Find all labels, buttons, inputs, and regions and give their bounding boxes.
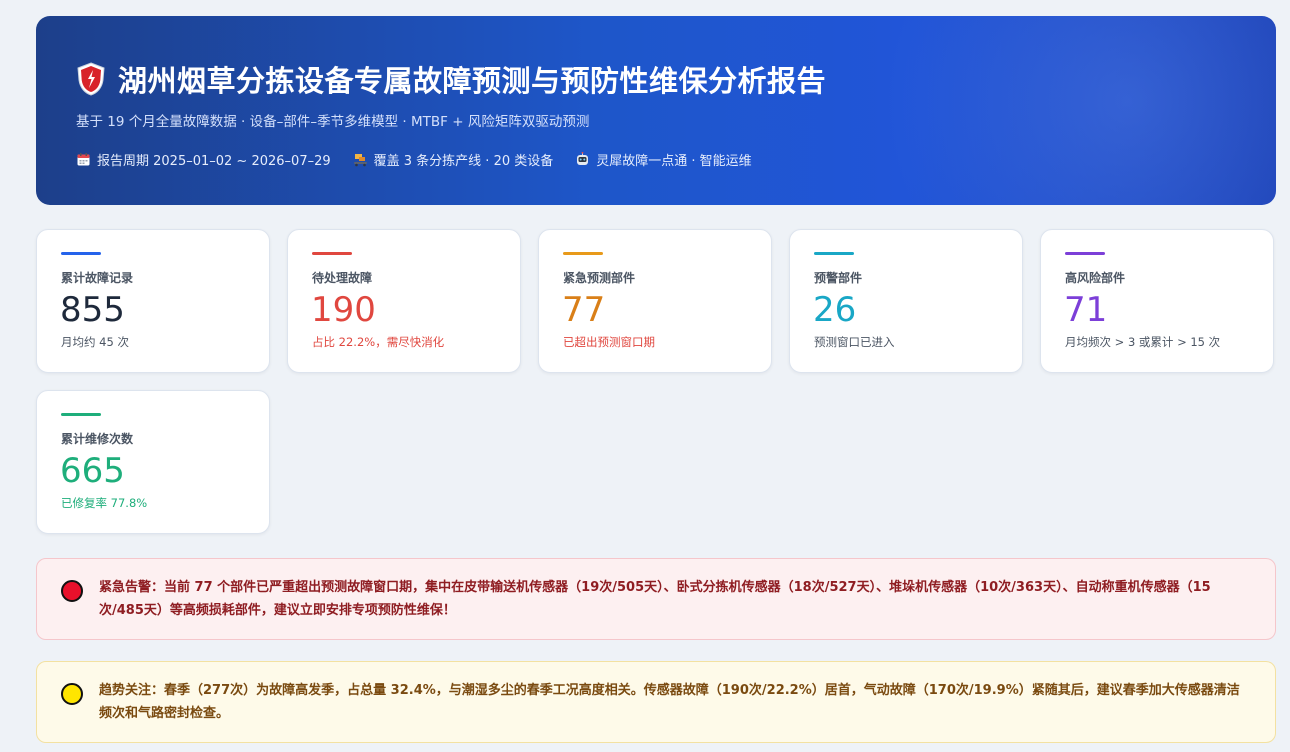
stat-label: 累计维修次数: [61, 432, 134, 446]
stat-card-pending-faults: 待处理故障 190 占比 22.2%，需尽快消化: [287, 229, 521, 373]
title-row: 湖州烟草分拣设备专属故障预测与预防性维保分析报告: [76, 58, 826, 100]
card-accent-bar: [1065, 252, 1105, 255]
page-title: 湖州烟草分拣设备专属故障预测与预防性维保分析报告: [118, 64, 827, 98]
meta-report-period-text: 报告周期 2025–01–02 ~ 2026–07–29: [97, 154, 331, 169]
stat-value: 26: [813, 290, 857, 330]
card-accent-bar: [61, 413, 101, 416]
calendar-icon: [76, 152, 91, 167]
stat-card-warning-parts: 预警部件 26 预测窗口已进入: [789, 229, 1023, 373]
page-subtitle: 基于 19 个月全量故障数据 · 设备–部件–季节多维模型 · MTBF + 风…: [76, 114, 590, 130]
stat-note: 已超出预测窗口期: [563, 335, 655, 349]
meta-row: 报告周期 2025–01–02 ~ 2026–07–29 覆盖 3 条分拣产线 …: [76, 150, 774, 169]
yellow-circle-icon: [61, 683, 83, 705]
meta-brand-text: 灵犀故障一点通 · 智能运维: [596, 154, 752, 169]
stat-card-urgent-parts: 紧急预测部件 77 已超出预测窗口期: [538, 229, 772, 373]
stat-note: 月均频次 > 3 或累计 > 15 次: [1065, 335, 1221, 349]
stat-value: 71: [1064, 290, 1108, 330]
card-accent-bar: [563, 252, 603, 255]
report-header: 湖州烟草分拣设备专属故障预测与预防性维保分析报告 基于 19 个月全量故障数据 …: [36, 16, 1276, 205]
stat-card-total-faults: 累计故障记录 855 月均约 45 次: [36, 229, 270, 373]
stat-label: 紧急预测部件: [563, 271, 636, 285]
stat-note: 月均约 45 次: [61, 335, 129, 349]
meta-brand: 灵犀故障一点通 · 智能运维: [575, 150, 752, 169]
urgent-alert-text: 紧急告警：当前 77 个部件已严重超出预测故障窗口期，集中在皮带输送机传感器（1…: [99, 580, 1211, 618]
red-circle-icon: [61, 580, 83, 602]
stat-label: 预警部件: [814, 271, 863, 285]
trend-alert-text: 趋势关注：春季（277次）为故障高发季，占总量 32.4%，与潮湿多尘的春季工况…: [99, 683, 1240, 721]
card-accent-bar: [312, 252, 352, 255]
stat-value: 855: [60, 290, 125, 330]
shield-icon: [76, 62, 106, 96]
stat-label: 待处理故障: [312, 271, 373, 285]
meta-coverage-text: 覆盖 3 条分拣产线 · 20 类设备: [373, 154, 554, 169]
stat-value: 665: [60, 451, 125, 491]
meta-report-period: 报告周期 2025–01–02 ~ 2026–07–29: [76, 150, 331, 169]
stat-value: 77: [562, 290, 606, 330]
trend-alert: 趋势关注：春季（277次）为故障高发季，占总量 32.4%，与潮湿多尘的春季工况…: [36, 661, 1276, 743]
conveyor-icon: [353, 152, 368, 167]
robot-icon: [575, 151, 590, 167]
stat-note: 占比 22.2%，需尽快消化: [312, 335, 445, 349]
meta-coverage: 覆盖 3 条分拣产线 · 20 类设备: [353, 150, 554, 169]
stat-label: 累计故障记录: [61, 271, 134, 285]
stat-label: 高风险部件: [1065, 271, 1126, 285]
stat-note: 已修复率 77.8%: [61, 496, 148, 510]
urgent-alert: 紧急告警：当前 77 个部件已严重超出预测故障窗口期，集中在皮带输送机传感器（1…: [36, 558, 1276, 640]
stat-card-total-repairs: 累计维修次数 665 已修复率 77.8%: [36, 390, 270, 534]
card-accent-bar: [61, 252, 101, 255]
card-accent-bar: [814, 252, 854, 255]
stat-value: 190: [311, 290, 376, 330]
stat-note: 预测窗口已进入: [814, 335, 895, 349]
stat-card-high-risk-parts: 高风险部件 71 月均频次 > 3 或累计 > 15 次: [1040, 229, 1274, 373]
